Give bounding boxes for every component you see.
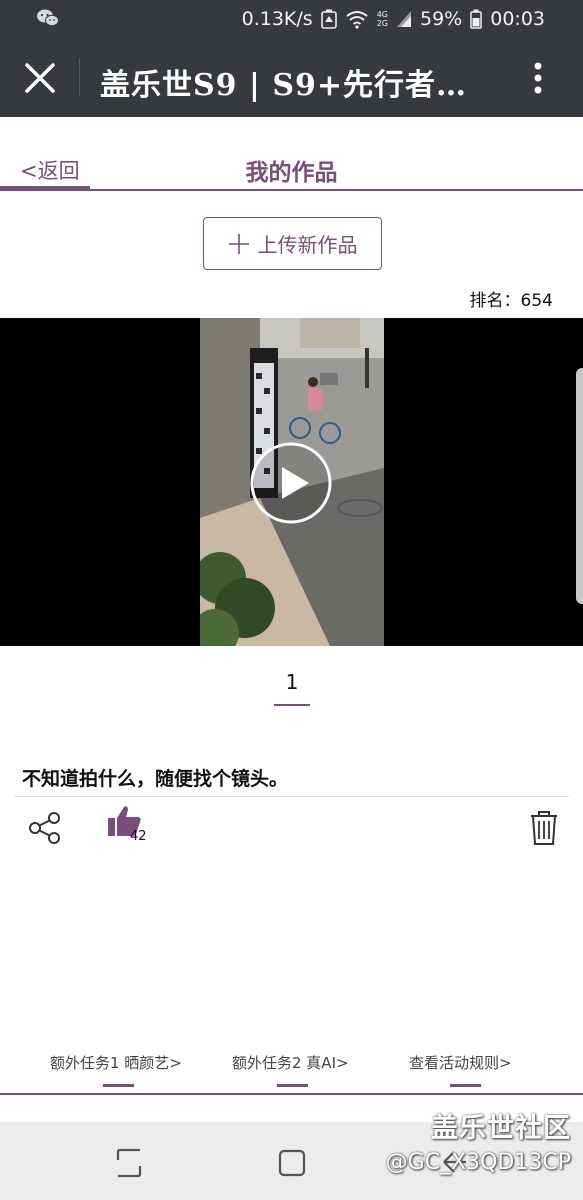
app-bar-title: 盖乐世S9 | S9+先行者… <box>100 68 468 103</box>
recent-apps-icon[interactable] <box>112 1146 146 1180</box>
extra-task-1-link[interactable]: 额外任务1 晒颜艺> <box>50 1052 182 1073</box>
extra-task-1-underline <box>103 1084 134 1087</box>
battery-percent: 59% <box>420 8 463 30</box>
page-number-underline <box>274 704 310 706</box>
page-header: <返回 我的作品 <box>0 117 583 193</box>
plus-icon <box>228 233 249 254</box>
header-divider <box>0 189 583 191</box>
post-description: 不知道拍什么，随便找个镜头。 <box>22 768 289 790</box>
network-type-bottom: 2G <box>376 19 388 28</box>
rank-text: 排名：654 <box>469 291 553 311</box>
upload-new-work-button[interactable]: 上传新作品 <box>203 217 382 270</box>
app-screen: 0.13K/s 4G 2G 59% 00:03 盖乐世S9 | S9+先行者… … <box>0 0 583 1200</box>
battery-icon <box>470 9 482 29</box>
watermark-title: 盖乐世社区 <box>431 1113 571 1144</box>
watermark-user: @GC_X3QD13CP <box>385 1150 571 1175</box>
home-icon[interactable] <box>275 1146 309 1180</box>
post-divider <box>14 796 569 797</box>
page-number[interactable]: 1 <box>274 670 310 694</box>
extra-task-2-underline <box>277 1084 308 1087</box>
page-title: 我的作品 <box>245 160 338 186</box>
network-speed: 0.13K/s <box>241 8 313 30</box>
data-saver-icon <box>320 9 337 29</box>
extra-task-2-link[interactable]: 额外任务2 真AI> <box>232 1052 349 1073</box>
wifi-icon <box>346 11 368 29</box>
app-bar: 盖乐世S9 | S9+先行者… <box>0 38 583 117</box>
network-type-top: 4G <box>376 10 388 19</box>
signal-icon <box>397 11 411 27</box>
app-bar-divider <box>79 58 80 96</box>
network-type: 4G 2G <box>377 10 388 28</box>
more-vert-icon[interactable] <box>520 58 556 98</box>
back-tab-underline <box>0 186 90 189</box>
upload-button-label: 上传新作品 <box>257 233 358 257</box>
play-icon[interactable] <box>249 441 333 525</box>
activity-rules-link[interactable]: 查看活动规则> <box>409 1052 512 1073</box>
back-link[interactable]: <返回 <box>20 155 80 185</box>
share-icon[interactable] <box>28 812 62 844</box>
status-bar: 0.13K/s 4G 2G 59% 00:03 <box>0 0 583 38</box>
like-count: 42 <box>130 829 147 844</box>
clock: 00:03 <box>490 8 545 30</box>
status-indicators: 0.13K/s 4G 2G 59% 00:03 <box>242 6 545 32</box>
activity-rules-underline <box>450 1084 481 1087</box>
bottom-divider <box>0 1093 583 1095</box>
trash-icon[interactable] <box>529 810 559 846</box>
scrollbar[interactable] <box>576 368 583 604</box>
wechat-icon <box>37 9 59 27</box>
close-icon[interactable] <box>20 58 60 98</box>
